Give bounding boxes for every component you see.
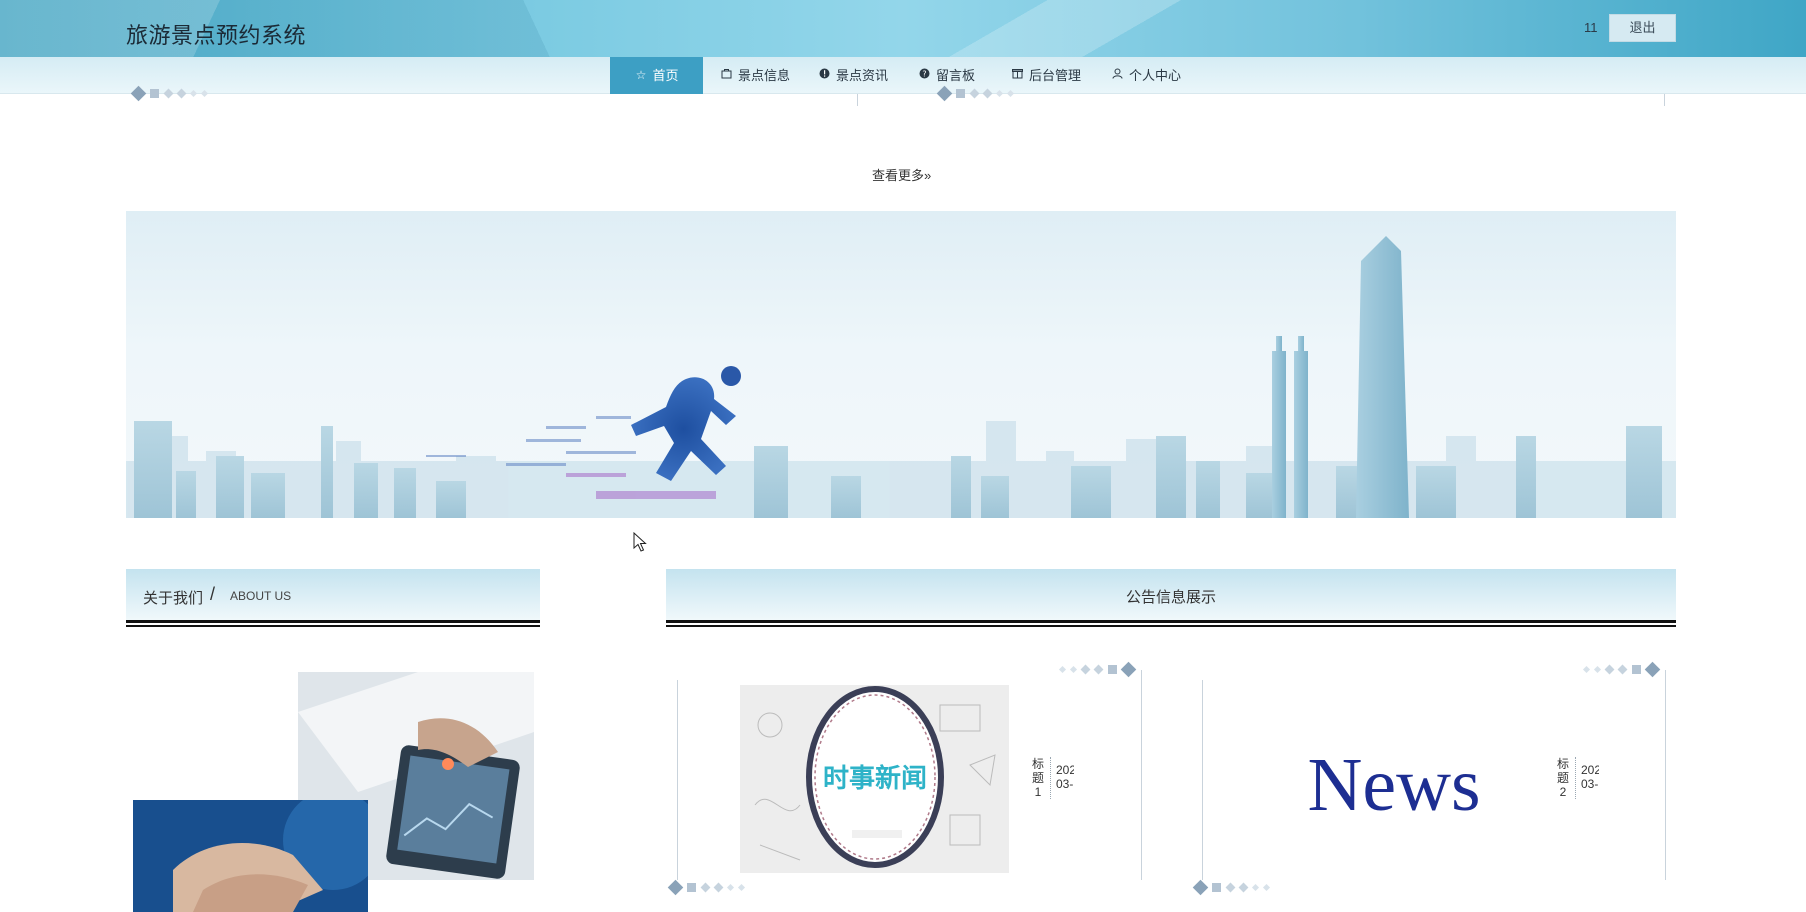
svg-text:?: ? [922,69,926,78]
nav-item-label: 景点资讯 [836,68,889,83]
card-border-line [1202,680,1203,880]
news-title-char: 标 [1031,757,1044,771]
news-title-char: 标 [1556,757,1569,771]
about-subtitle: ABOUT US [230,589,292,603]
decoration-line [857,94,858,106]
username-label: 11 [1584,20,1598,35]
about-title: 关于我们 [143,590,204,607]
news-title-char: 题 [1031,771,1044,785]
user-icon [1111,57,1124,94]
main-nav: ☆ 首页 景点信息 景点资讯 ? 留言板 后台管理 个人中心 [0,57,1806,94]
decoration-diamonds [936,85,1015,102]
news-date-line: 03- [1056,777,1074,791]
news-image-news[interactable]: News [1264,700,1524,870]
card-border-line [1141,670,1142,880]
notice-title: 公告信息展示 [1125,589,1216,606]
news-title-char: 2 [1559,785,1567,799]
info-icon [818,57,831,94]
news-image-current-affairs[interactable]: 时事新闻 [740,685,1009,873]
news-image-caption: News [1307,743,1480,827]
news-item-meta-2[interactable]: 标 题 2 202 03- [1556,757,1600,801]
news-title-char: 1 [1034,785,1042,799]
star-icon: ☆ [635,68,647,82]
news-item-meta-1[interactable]: 标 题 1 202 03- [1031,757,1075,801]
nav-item-profile[interactable]: 个人中心 [1111,57,1181,94]
nav-item-news[interactable]: 景点资讯 [818,57,888,94]
decoration-diamonds [1058,661,1137,678]
card-border-line [677,680,678,880]
about-section-header: 关于我们 / ABOUT US [126,569,540,627]
decoration-diamonds [130,85,209,102]
notice-section-header: 公告信息展示 [666,569,1676,627]
top-header: 旅游景点预约系统 11 退出 [0,0,1806,57]
nav-item-attractions[interactable]: 景点信息 [720,57,790,94]
news-date-line: 202 [1581,763,1599,777]
site-title: 旅游景点预约系统 [126,23,307,48]
view-more-link[interactable]: 查看更多» [872,165,931,184]
about-title-separator: / [210,584,216,604]
decoration-line [1664,94,1665,106]
banner-image [126,211,1676,518]
card-border-line [1665,670,1666,880]
news-image-caption: 时事新闻 [823,763,927,794]
nav-item-label: 个人中心 [1129,68,1182,83]
nav-item-home[interactable]: ☆ 首页 [610,57,703,94]
decoration-diamonds [1192,879,1271,896]
decoration-diamonds [1582,661,1661,678]
decoration-diamonds [667,879,746,896]
news-title-char: 题 [1556,771,1569,785]
nav-item-label: 景点信息 [738,68,791,83]
bag-icon [720,57,733,94]
news-date-line: 03- [1581,777,1599,791]
mouse-cursor-icon [633,532,647,552]
nav-item-label: 首页 [652,68,679,83]
news-date-line: 202 [1056,763,1074,777]
logout-button[interactable]: 退出 [1609,14,1676,42]
about-image-handshake-globe [133,800,368,912]
nav-item-admin[interactable]: 后台管理 [1011,57,1081,94]
help-icon: ? [918,57,931,94]
nav-item-label: 后台管理 [1029,68,1082,83]
